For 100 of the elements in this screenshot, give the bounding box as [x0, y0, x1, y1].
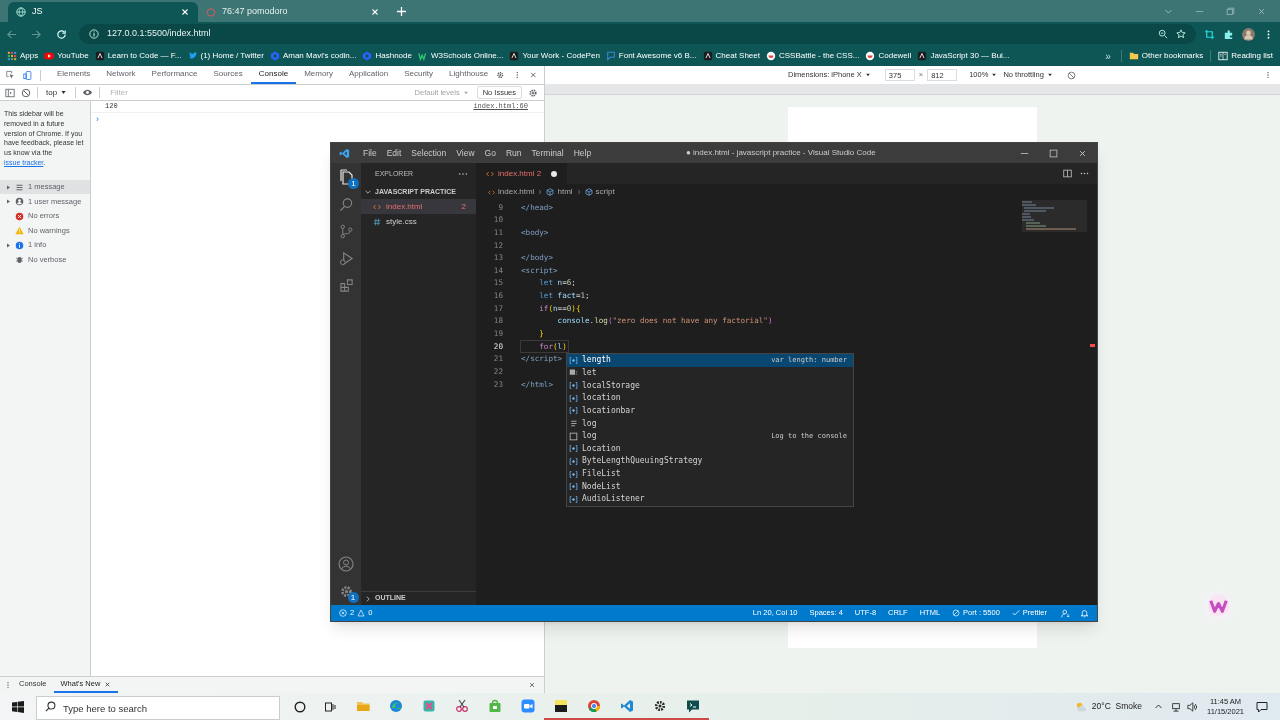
puzzle-icon[interactable] [1223, 28, 1234, 40]
cortana-icon[interactable] [294, 700, 306, 713]
devtools-tab[interactable]: Sources [205, 66, 251, 84]
settings-icon[interactable] [496, 70, 505, 80]
devtools-tab[interactable]: Performance [143, 66, 206, 84]
chevron-icon [575, 189, 582, 195]
more-bookmarks-button[interactable]: » [1099, 48, 1117, 64]
bookmark[interactable]: Font Awesome v6 B... [602, 47, 700, 65]
extensions-icon[interactable] [338, 278, 354, 293]
warning-icon [15, 226, 24, 236]
explorer-file-row[interactable]: index.html 2 [361, 199, 476, 214]
suggestion-item[interactable]: log [567, 417, 853, 430]
files-icon[interactable] [338, 169, 354, 185]
breadcrumb-item[interactable]: html [546, 186, 573, 198]
explorer-file-row[interactable]: style.css [361, 214, 476, 229]
suggestion-item[interactable]: locationbar [567, 404, 853, 418]
console-prompt[interactable]: › [96, 114, 99, 124]
bookmark[interactable]: Hashnode [359, 47, 415, 65]
suggestion-item[interactable]: NodeList [567, 480, 853, 494]
notifications-icon[interactable] [1256, 700, 1268, 713]
browser-tab[interactable]: 76:47 pomodoro [198, 2, 388, 22]
suggestion-item[interactable]: Location [567, 442, 853, 456]
devtools-tab[interactable]: Memory [296, 66, 341, 84]
suggestion-item[interactable]: location [567, 391, 853, 405]
split-editor-icon[interactable] [1063, 169, 1072, 178]
code-brackets-icon [486, 169, 494, 178]
bookmark[interactable]: W3Schools Online... [414, 47, 507, 65]
settings-icon[interactable] [528, 87, 538, 98]
menu-item[interactable]: Terminal [526, 146, 569, 160]
bookmark-folder[interactable]: Other bookmarks [1125, 50, 1207, 62]
sidebar-toggle-icon[interactable] [5, 87, 15, 98]
clear-icon[interactable] [21, 87, 31, 98]
bookmark[interactable]: Apps [4, 47, 42, 65]
bookmark[interactable]: Codewell [862, 47, 915, 65]
bookmark[interactable]: YouTube [41, 47, 92, 65]
devtools-tab[interactable]: Elements [48, 66, 99, 84]
bookmark[interactable]: Learn to Code — F... [91, 47, 185, 65]
bookmark-icon [269, 51, 280, 61]
search-field[interactable]: Type here to search [36, 696, 280, 720]
devtools-tab[interactable]: Lighthouse [441, 66, 497, 84]
menu-item[interactable]: Go [479, 146, 501, 160]
bookmark[interactable]: CSSBattle - the CSS... [763, 47, 863, 65]
device-toolbar-icon[interactable] [22, 69, 33, 81]
crop-icon[interactable] [1204, 28, 1215, 40]
bookmark[interactable]: (1) Home / Twitter [184, 47, 267, 65]
suggestion-item[interactable]: let [567, 366, 853, 380]
bookmark[interactable]: Cheat Sheet [699, 47, 763, 65]
bookmark[interactable]: Aman Mavi's codin... [266, 47, 360, 65]
context-dropdown[interactable]: top [44, 86, 70, 99]
star-icon[interactable] [1176, 29, 1186, 39]
start-icon[interactable] [12, 700, 24, 713]
address-bar[interactable]: 127.0.0.1:5500/index.html [79, 24, 1196, 44]
menu-item[interactable]: Help [568, 146, 597, 160]
close-icon[interactable] [1078, 148, 1087, 158]
rotate-icon[interactable] [1066, 70, 1076, 80]
menu-item[interactable]: Edit [381, 146, 407, 160]
forward-icon[interactable] [31, 28, 42, 40]
feedback-icon[interactable] [1061, 608, 1070, 618]
suggestion-item[interactable]: FileList [567, 467, 853, 481]
zoom-icon[interactable] [1158, 29, 1168, 39]
bookmark-icon [94, 51, 105, 61]
menu-item[interactable]: File [358, 146, 382, 160]
inspect-icon[interactable] [6, 70, 15, 80]
run-debug-icon[interactable] [338, 251, 354, 266]
caret-icon [1046, 72, 1053, 78]
devtools-tab[interactable]: Console [250, 66, 297, 84]
search-icon[interactable] [338, 197, 354, 212]
close-icon[interactable] [528, 681, 536, 689]
browser-tab[interactable]: JS [8, 2, 198, 22]
reading-list-button[interactable]: Reading list [1215, 50, 1276, 62]
avatar-icon[interactable] [1242, 27, 1255, 41]
close-icon[interactable] [104, 680, 112, 688]
settings-icon[interactable] [338, 584, 354, 599]
menu-item[interactable]: Selection [406, 146, 452, 160]
weather-widget[interactable]: 20°C Smoke [1074, 700, 1142, 713]
volume-icon[interactable] [1187, 701, 1197, 712]
breadcrumb-item[interactable]: index.html [488, 186, 535, 198]
eye-icon[interactable] [82, 87, 94, 98]
source-control-icon[interactable] [338, 224, 354, 239]
devtools-tab[interactable]: Security [396, 66, 442, 84]
network-icon[interactable] [1171, 701, 1181, 712]
task-view-icon[interactable] [324, 700, 336, 713]
chevron-up-icon[interactable] [1154, 702, 1163, 711]
suggestion-item[interactable]: ByteLengthQueuingStrategy [567, 455, 853, 468]
bell-icon[interactable] [1080, 608, 1089, 618]
menu-item[interactable]: Run [500, 146, 527, 160]
menu-item[interactable]: View [451, 146, 480, 160]
suggestion-item[interactable]: AudioListener [567, 493, 853, 506]
devtools-tab[interactable]: Application [341, 66, 397, 84]
bookmark[interactable]: JavaScript 30 — Bui... [914, 47, 1013, 65]
new-tab-icon[interactable] [396, 5, 407, 17]
breadcrumb-item[interactable]: script [584, 186, 615, 198]
account-icon[interactable] [338, 556, 354, 572]
devtools-tab[interactable]: Network [98, 66, 144, 84]
editor-tab[interactable]: index.html 2 [476, 163, 568, 184]
suggestion-item[interactable]: localStorage [567, 379, 853, 392]
bookmark[interactable]: Your Work - CodePen [506, 47, 603, 65]
reload-icon[interactable] [56, 28, 67, 40]
maximize-icon[interactable] [1049, 148, 1058, 158]
back-icon[interactable] [6, 28, 17, 40]
